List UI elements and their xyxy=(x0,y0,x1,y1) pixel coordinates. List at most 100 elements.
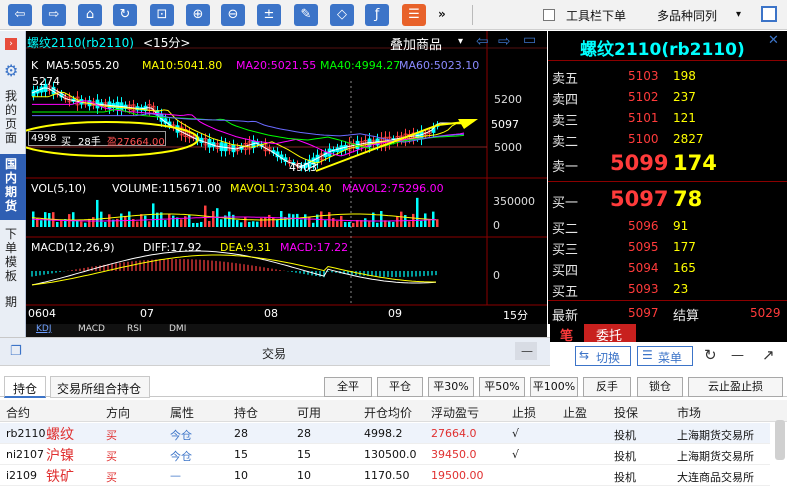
popout-icon[interactable]: ↗ xyxy=(762,346,775,364)
more-icon[interactable]: » xyxy=(438,7,446,21)
kline-chart[interactable]: K MA5:5055.20 MA10:5041.80 MA20:5021.55 … xyxy=(26,31,547,337)
close-all-button[interactable]: 全平 xyxy=(324,377,372,397)
nav-order-template[interactable]: 下单模板 xyxy=(5,227,21,283)
forward-icon[interactable]: ⇨ xyxy=(42,4,66,26)
close-30-button[interactable]: 平30% xyxy=(428,377,474,397)
zoom-out-icon[interactable]: ⊖ xyxy=(221,4,245,26)
trade-minimize-icon[interactable]: — xyxy=(515,342,537,360)
volume-bar xyxy=(236,220,239,227)
reverse-button[interactable]: 反手 xyxy=(583,377,631,397)
gear-icon[interactable]: ⚙ xyxy=(4,61,18,80)
cell-dir: 买 xyxy=(106,450,117,463)
tab-positions[interactable]: 持仓 xyxy=(4,376,46,398)
prev-icon[interactable]: ⇦ xyxy=(476,32,489,50)
col-avg-price[interactable]: 开仓均价 xyxy=(364,404,412,421)
tab-rsi[interactable]: RSI xyxy=(127,324,142,334)
close-50-button[interactable]: 平50% xyxy=(479,377,525,397)
minimize-icon[interactable]: — xyxy=(731,348,744,363)
ask-row-4[interactable]: 卖二 5100 2827 xyxy=(548,130,787,150)
ask-row-3[interactable]: 卖三 5101 121 xyxy=(548,109,787,129)
lock-button[interactable]: 锁仓 xyxy=(637,377,683,397)
nav-domestic-futures[interactable]: 国内期货 xyxy=(5,157,21,213)
close-100-button[interactable]: 平100% xyxy=(530,377,578,397)
vol-tick-zero: 0 xyxy=(493,219,500,232)
cell-dir: 买 xyxy=(106,429,117,442)
ask-row-1[interactable]: 卖五 5103 198 xyxy=(548,67,787,87)
cell-avail: 10 xyxy=(297,469,311,482)
ob-divider-mid xyxy=(548,181,787,182)
volume-bar xyxy=(392,221,395,227)
cloud-stop-button[interactable]: 云止盈止损 xyxy=(688,377,783,397)
col-stop-loss[interactable]: 止损 xyxy=(512,404,536,421)
tab-pen[interactable]: 笔 xyxy=(560,325,573,344)
col-attribute[interactable]: 属性 xyxy=(170,404,194,421)
col-available[interactable]: 可用 xyxy=(297,404,321,421)
refresh-icon[interactable]: ↻ xyxy=(704,346,717,364)
bid-row-4[interactable]: 买五 5093 23 xyxy=(548,280,787,300)
tab-order[interactable]: 委托 xyxy=(596,325,622,344)
volume-bar xyxy=(340,215,343,227)
ob-divider-bottom xyxy=(548,300,787,301)
tab-kdj[interactable]: KDJ xyxy=(36,324,52,334)
col-hedge[interactable]: 投保 xyxy=(614,404,638,421)
col-floating-pnl[interactable]: 浮动盈亏 xyxy=(431,404,479,421)
bid1-label: 买一 xyxy=(552,196,579,211)
col-direction[interactable]: 方向 xyxy=(106,404,130,421)
table-scrollbar[interactable] xyxy=(775,420,785,460)
col-position[interactable]: 持仓 xyxy=(234,404,258,421)
tab-positions-label: 持仓 xyxy=(13,382,38,396)
trade-title-bar: ❐ 交易 — xyxy=(0,337,550,366)
pen-icon[interactable]: ✎ xyxy=(294,4,318,26)
tag-icon[interactable]: ◇ xyxy=(330,4,354,26)
fx-icon[interactable]: ƒ xyxy=(365,4,389,26)
refresh-icon[interactable]: ↻ xyxy=(113,4,137,26)
home-icon[interactable]: ⌂ xyxy=(78,4,102,26)
under-checkbox[interactable] xyxy=(543,9,555,21)
volume-bar xyxy=(276,219,279,227)
bid-row-2[interactable]: 买三 5095 177 xyxy=(548,238,787,258)
crop-icon[interactable]: ⊡ xyxy=(150,4,174,26)
multi-select-arrow-icon[interactable]: ▾ xyxy=(736,9,741,20)
bid-row-3[interactable]: 买四 5094 165 xyxy=(548,259,787,279)
next-icon[interactable]: ⇨ xyxy=(498,32,511,50)
back-icon[interactable]: ⇦ xyxy=(8,4,32,26)
layout-icon[interactable] xyxy=(761,6,777,22)
cell-hedge: 投机 xyxy=(614,450,636,463)
volume-bar xyxy=(172,215,175,227)
close-icon[interactable]: ✕ xyxy=(768,33,779,48)
calc-icon[interactable]: ± xyxy=(257,4,281,26)
ask1-row[interactable]: 卖一 5099 174 xyxy=(548,150,787,178)
collapse-icon[interactable]: › xyxy=(5,38,17,50)
volume-bar xyxy=(256,221,259,227)
close-position-button[interactable]: 平仓 xyxy=(377,377,423,397)
position-box[interactable]: 4998 买 28手 盈27664.00 xyxy=(28,131,166,148)
cell-sl: √ xyxy=(512,448,520,461)
volume-bar xyxy=(96,199,99,227)
volume-bar xyxy=(296,213,299,227)
volume-bar xyxy=(312,222,315,227)
menu-button[interactable]: ☰ 菜单 xyxy=(637,346,693,366)
switch-button[interactable]: ⇆ 切换 xyxy=(575,346,631,366)
overlay-arrow-icon[interactable]: ▾ xyxy=(458,36,463,47)
volume-bar xyxy=(264,217,267,227)
col-contract[interactable]: 合约 xyxy=(6,404,30,421)
volume-bar xyxy=(352,222,355,227)
list-icon[interactable]: ☰ xyxy=(402,4,426,26)
overlay-button[interactable]: 叠加商品 xyxy=(390,34,442,53)
col-take-profit[interactable]: 止盈 xyxy=(563,404,587,421)
tab-exchange-combo[interactable]: 交易所组合持仓 xyxy=(50,376,150,398)
interval-label[interactable]: 15分 xyxy=(503,307,528,323)
bid-row-1[interactable]: 买二 5096 91 xyxy=(548,217,787,237)
tab-macd[interactable]: MACD xyxy=(78,324,105,334)
multi-select[interactable]: 多品种同列 xyxy=(657,7,717,24)
col-market[interactable]: 市场 xyxy=(677,404,701,421)
nav-expiry[interactable]: 期 xyxy=(5,295,21,309)
expand-icon[interactable]: ▭ xyxy=(523,32,536,48)
ask-row-2[interactable]: 卖四 5102 237 xyxy=(548,88,787,108)
chart-period: <15分> xyxy=(143,36,191,50)
zoom-in-icon[interactable]: ⊕ xyxy=(186,4,210,26)
position-price: 4998 xyxy=(31,133,57,144)
tab-dmi[interactable]: DMI xyxy=(169,324,186,334)
bid1-row[interactable]: 买一 5097 78 xyxy=(548,186,787,214)
nav-my-page[interactable]: 我的页面 xyxy=(5,89,21,147)
